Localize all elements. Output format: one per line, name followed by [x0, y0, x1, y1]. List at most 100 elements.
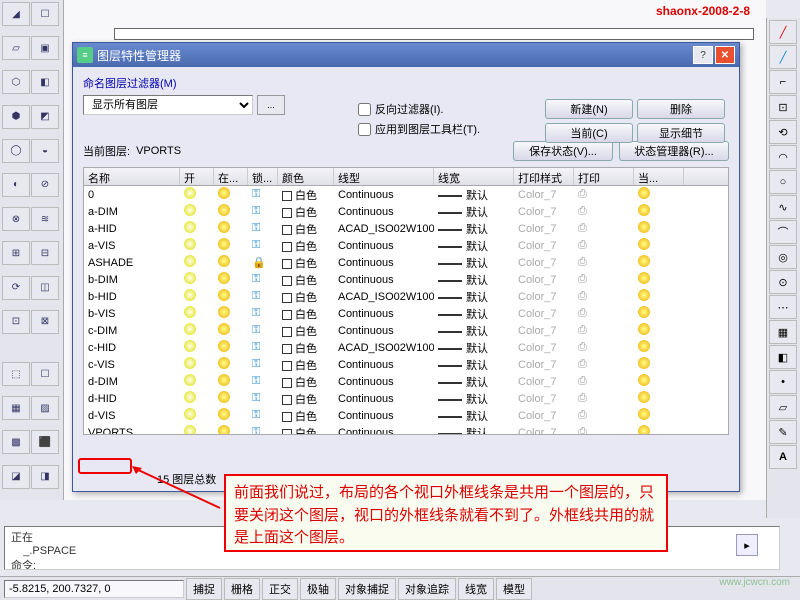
cell-on[interactable] [180, 204, 214, 219]
cell-lock[interactable]: ⚿ [248, 307, 278, 320]
cell-color[interactable]: 白色 [278, 221, 334, 237]
cell-linetype[interactable]: Continuous [334, 189, 434, 201]
cell-plot[interactable]: ⎙ [574, 239, 634, 252]
layer-row[interactable]: b-DIM⚿ 白色Continuous默认Color_7⎙ [84, 271, 728, 288]
cell-plotstyle[interactable]: Color_7 [514, 410, 574, 422]
cell-lineweight[interactable]: 默认 [434, 340, 514, 356]
cell-plotstyle[interactable]: Color_7 [514, 189, 574, 201]
cell-plot[interactable]: ⎙ [574, 188, 634, 201]
cell-plotstyle[interactable]: Color_7 [514, 427, 574, 435]
dialog-titlebar[interactable]: ≡ 图层特性管理器 ? ✕ [73, 43, 739, 67]
tool-icon[interactable]: ⋯ [769, 295, 797, 319]
cell-lineweight[interactable]: 默认 [434, 306, 514, 322]
status-toggle[interactable]: 捕捉 [186, 578, 222, 600]
filter-browse-button[interactable]: ... [257, 95, 285, 115]
cell-linetype[interactable]: ACAD_ISO02W100 [334, 223, 434, 235]
layer-row[interactable]: a-HID⚿ 白色ACAD_ISO02W100默认Color_7⎙ [84, 220, 728, 237]
cell-lineweight[interactable]: 默认 [434, 408, 514, 424]
tool-icon[interactable]: ⟳ [2, 276, 30, 300]
cell-lineweight[interactable]: 默认 [434, 391, 514, 407]
save-state-button[interactable]: 保存状态(V)... [513, 141, 613, 161]
cell-linetype[interactable]: Continuous [334, 359, 434, 371]
new-layer-button[interactable]: 新建(N) [545, 99, 633, 119]
layer-row[interactable]: d-VIS⚿ 白色Continuous默认Color_7⎙ [84, 407, 728, 424]
cell-on[interactable] [180, 187, 214, 202]
cell-plot[interactable]: ⎙ [574, 290, 634, 303]
cell-linetype[interactable]: ACAD_ISO02W100 [334, 342, 434, 354]
cell-lock[interactable]: ⚿ [248, 341, 278, 354]
cell-lock[interactable]: ⚿ [248, 290, 278, 303]
status-toggle[interactable]: 对象追踪 [398, 578, 456, 600]
hdr-linetype[interactable]: 线型 [334, 168, 434, 185]
cell-lock[interactable]: ⚿ [248, 392, 278, 405]
tool-icon[interactable]: ◎ [769, 245, 797, 269]
tool-icon[interactable]: ☐ [31, 362, 59, 386]
tool-icon[interactable]: ⊟ [31, 241, 59, 265]
cell-freeze[interactable] [214, 187, 248, 202]
cell-on[interactable] [180, 391, 214, 406]
cell-current[interactable] [634, 204, 684, 219]
tool-icon[interactable]: ▩ [2, 430, 30, 454]
cell-linetype[interactable]: ACAD_ISO02W100 [334, 291, 434, 303]
cell-freeze[interactable] [214, 374, 248, 389]
grid-body[interactable]: 0⚿ 白色Continuous默认Color_7⎙a-DIM⚿ 白色Contin… [84, 186, 728, 434]
cell-plot[interactable]: ⎙ [574, 307, 634, 320]
cell-lineweight[interactable]: 默认 [434, 238, 514, 254]
status-toggle[interactable]: 栅格 [224, 578, 260, 600]
cell-color[interactable]: 白色 [278, 374, 334, 390]
hdr-on[interactable]: 开 [180, 168, 214, 185]
cell-lock[interactable]: 🔒 [248, 256, 278, 269]
cell-plotstyle[interactable]: Color_7 [514, 342, 574, 354]
cell-linetype[interactable]: Continuous [334, 393, 434, 405]
cell-lineweight[interactable]: 默认 [434, 221, 514, 237]
cell-color[interactable]: 白色 [278, 340, 334, 356]
tool-icon[interactable]: ◧ [31, 70, 59, 94]
cell-plot[interactable]: ⎙ [574, 324, 634, 337]
tool-icon[interactable]: ⊡ [2, 310, 30, 334]
hdr-lineweight[interactable]: 线宽 [434, 168, 514, 185]
cell-plotstyle[interactable]: Color_7 [514, 325, 574, 337]
hdr-name[interactable]: 名称 [84, 168, 180, 185]
cell-plotstyle[interactable]: Color_7 [514, 376, 574, 388]
tool-icon[interactable]: ▨ [31, 396, 59, 420]
cell-color[interactable]: 白色 [278, 391, 334, 407]
reverse-filter-checkbox[interactable]: 反向过滤器(I). [358, 101, 480, 117]
layer-row[interactable]: d-DIM⚿ 白色Continuous默认Color_7⎙ [84, 373, 728, 390]
tool-icon[interactable]: ▱ [2, 36, 30, 60]
cell-freeze[interactable] [214, 255, 248, 270]
cell-on[interactable] [180, 221, 214, 236]
cell-color[interactable]: 白色 [278, 272, 334, 288]
cell-plotstyle[interactable]: Color_7 [514, 240, 574, 252]
tool-icon[interactable]: ⊞ [2, 241, 30, 265]
cell-lock[interactable]: ⚿ [248, 222, 278, 235]
cell-current[interactable] [634, 323, 684, 338]
cell-freeze[interactable] [214, 357, 248, 372]
cell-linetype[interactable]: Continuous [334, 206, 434, 218]
layer-row[interactable]: a-VIS⚿ 白色Continuous默认Color_7⎙ [84, 237, 728, 254]
tool-icon[interactable]: ◠ [769, 145, 797, 169]
cell-freeze[interactable] [214, 425, 248, 434]
cell-plotstyle[interactable]: Color_7 [514, 257, 574, 269]
tool-icon[interactable]: ◩ [31, 105, 59, 129]
cell-linetype[interactable]: Continuous [334, 308, 434, 320]
cell-lineweight[interactable]: 默认 [434, 204, 514, 220]
cell-freeze[interactable] [214, 238, 248, 253]
hdr-lock[interactable]: 锁... [248, 168, 278, 185]
cell-lock[interactable]: ⚿ [248, 273, 278, 286]
layer-row[interactable]: a-DIM⚿ 白色Continuous默认Color_7⎙ [84, 203, 728, 220]
close-button[interactable]: ✕ [715, 46, 735, 64]
cell-lineweight[interactable]: 默认 [434, 425, 514, 435]
cell-linetype[interactable]: Continuous [334, 240, 434, 252]
status-toggle[interactable]: 正交 [262, 578, 298, 600]
cell-current[interactable] [634, 425, 684, 434]
cell-plotstyle[interactable]: Color_7 [514, 274, 574, 286]
cell-plotstyle[interactable]: Color_7 [514, 291, 574, 303]
cell-freeze[interactable] [214, 204, 248, 219]
tool-icon[interactable]: ☐ [31, 2, 59, 26]
cell-linetype[interactable]: Continuous [334, 274, 434, 286]
tool-icon[interactable]: ◐ [2, 173, 30, 197]
tool-icon[interactable]: ◯ [2, 139, 30, 163]
status-toggle[interactable]: 模型 [496, 578, 532, 600]
tool-icon[interactable]: ○ [769, 170, 797, 194]
cell-lock[interactable]: ⚿ [248, 426, 278, 434]
